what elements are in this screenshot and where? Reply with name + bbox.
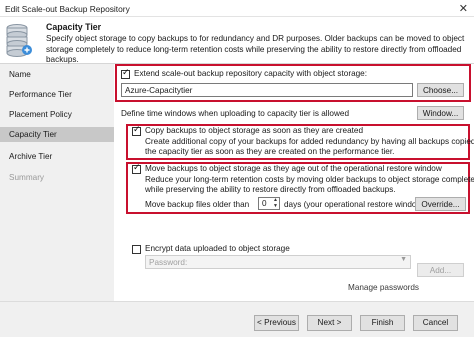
wizard-sidebar: Name Performance Tier Placement Policy C… [0, 64, 114, 301]
move-checkbox[interactable] [132, 163, 141, 174]
copy-description-line2: the capacity tier as soon as they are cr… [145, 147, 395, 156]
days-value: 0 [262, 199, 267, 208]
extend-checkbox[interactable] [121, 68, 130, 79]
repository-icon [6, 24, 32, 57]
sidebar-item-performance-tier[interactable]: Performance Tier [0, 87, 114, 102]
encrypt-label: Encrypt data uploaded to object storage [145, 244, 290, 253]
extend-label: Extend scale-out backup repository capac… [134, 69, 368, 78]
manage-passwords-link[interactable]: Manage passwords [348, 283, 419, 292]
password-select: Password: ▼ [145, 255, 411, 269]
copy-label: Copy backups to object storage as soon a… [145, 126, 364, 135]
copy-description-line1: Create additional copy of your backups f… [145, 137, 474, 146]
window-button[interactable]: Window... [417, 106, 464, 120]
sidebar-item-placement-policy[interactable]: Placement Policy [0, 107, 114, 122]
encrypt-checkbox[interactable] [132, 245, 141, 254]
sidebar-item-summary: Summary [9, 173, 45, 182]
time-windows-label: Define time windows when uploading to ca… [121, 109, 350, 118]
previous-button[interactable]: < Previous [254, 315, 299, 331]
password-placeholder: Password: [149, 258, 188, 267]
move-description-line2: while preserving the ability to restore … [145, 185, 396, 194]
page-title: Capacity Tier [46, 22, 102, 32]
wizard-footer: < Previous Next > Finish Cancel [0, 301, 474, 337]
finish-button[interactable]: Finish [360, 315, 405, 331]
chevron-down-icon: ▼ [400, 256, 407, 263]
object-storage-field[interactable]: Azure-Capacitytier [121, 83, 413, 97]
add-password-button: Add... [417, 263, 464, 277]
window-titlebar: Edit Scale-out Backup Repository ✕ [0, 0, 474, 17]
move-description-line1: Reduce your long-term retention costs by… [145, 175, 474, 184]
close-icon[interactable]: ✕ [459, 2, 468, 15]
wizard-header: Capacity Tier Specify object storage to … [0, 17, 474, 64]
choose-button[interactable]: Choose... [417, 83, 464, 97]
next-button[interactable]: Next > [307, 315, 352, 331]
sidebar-item-archive-tier[interactable]: Archive Tier [0, 149, 114, 164]
copy-checkbox[interactable] [132, 125, 141, 136]
move-label: Move backups to object storage as they a… [145, 164, 442, 173]
main-panel: Extend scale-out backup repository capac… [114, 64, 474, 301]
window-title: Edit Scale-out Backup Repository [5, 4, 130, 14]
sidebar-item-capacity-tier[interactable]: Capacity Tier [0, 127, 114, 142]
override-button[interactable]: Override... [415, 197, 466, 211]
sidebar-item-name[interactable]: Name [0, 67, 114, 82]
stepper-arrows-icon[interactable]: ▲ ▼ [273, 197, 278, 209]
page-description: Specify object storage to copy backups t… [46, 34, 465, 64]
days-stepper[interactable]: 0 ▲ ▼ [258, 197, 280, 210]
move-older-suffix: days (your operational restore window) [284, 200, 426, 209]
cancel-button[interactable]: Cancel [413, 315, 458, 331]
move-older-prefix: Move backup files older than [145, 200, 250, 209]
